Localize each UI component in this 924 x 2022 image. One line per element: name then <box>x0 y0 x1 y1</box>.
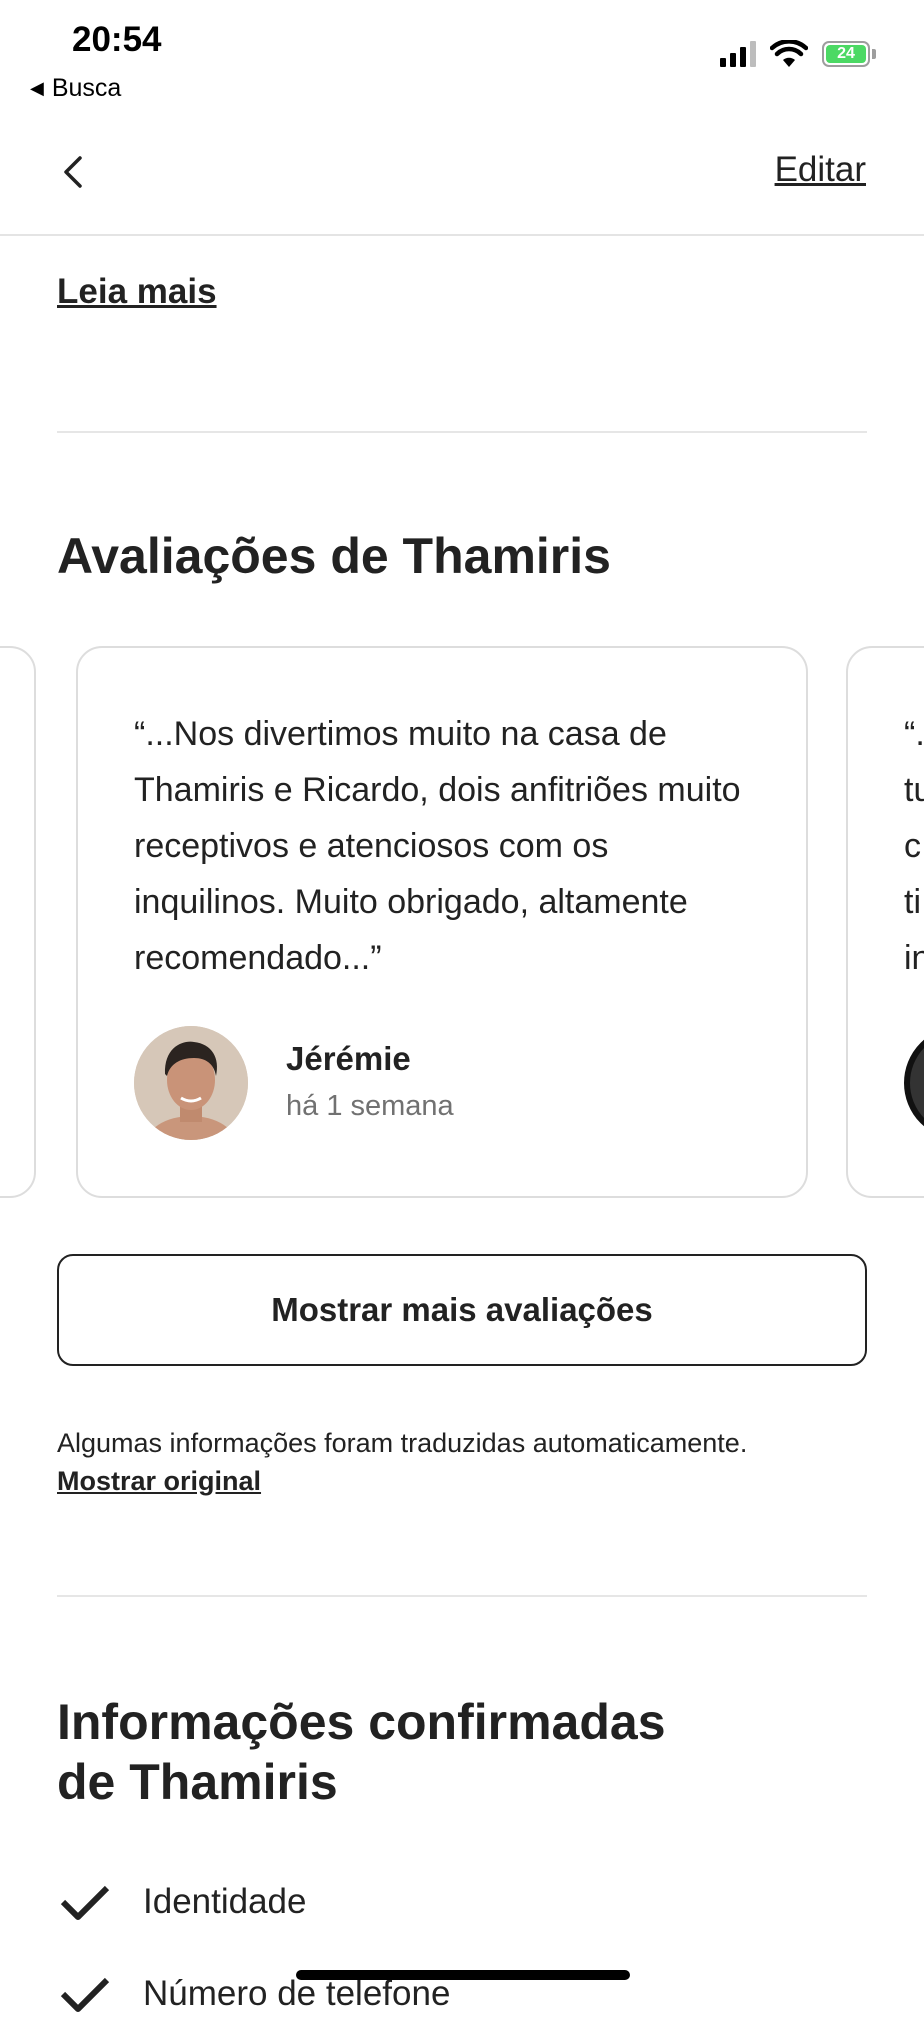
show-more-reviews-button[interactable]: Mostrar mais avaliações <box>57 1254 867 1366</box>
confirmed-item: Identidade <box>57 1874 306 1930</box>
review-card-next[interactable]: “. tu c ti in <box>846 646 924 1198</box>
back-app-label: Busca <box>51 74 122 102</box>
status-icons: 24 <box>720 40 876 68</box>
wifi-icon <box>770 40 808 67</box>
review-card[interactable]: “...Nos divertimos muito na casa de Tham… <box>76 646 808 1198</box>
reviewer-avatar-peek <box>904 1026 924 1140</box>
reviews-title: Avaliações de Thamiris <box>57 528 611 584</box>
reviewer-name: Jérémie <box>286 1040 411 1077</box>
reviewer-avatar <box>134 1026 248 1140</box>
check-icon <box>60 1977 110 2012</box>
confirmed-info-title-line1: Informações confirmadas <box>57 1694 666 1750</box>
confirmed-info-title-line2: de Thamiris <box>57 1754 338 1810</box>
edit-button[interactable]: Editar <box>775 150 866 190</box>
translation-note: Algumas informações foram traduzidas aut… <box>57 1428 748 1458</box>
divider <box>57 1595 867 1597</box>
confirmed-item-label: Número de telefone <box>143 1974 451 2013</box>
review-date: há 1 semana <box>286 1090 454 1122</box>
review-quote: “...Nos divertimos muito na casa de Tham… <box>134 715 741 977</box>
top-nav: Editar <box>0 120 924 236</box>
cellular-signal-icon <box>720 41 756 67</box>
battery-level: 24 <box>826 45 866 63</box>
status-time: 20:54 <box>72 20 162 59</box>
review-card-previous[interactable] <box>0 646 36 1198</box>
battery-icon: 24 <box>822 41 876 67</box>
back-triangle-icon: ◀ <box>30 78 44 98</box>
show-original-link[interactable]: Mostrar original <box>57 1466 261 1497</box>
back-to-app-link[interactable]: ◀ Busca <box>30 74 121 103</box>
check-icon <box>60 1885 110 1920</box>
divider <box>57 431 867 433</box>
home-indicator[interactable] <box>296 1970 630 1980</box>
read-more-link[interactable]: Leia mais <box>57 272 217 312</box>
reviewer-photo <box>134 1026 248 1140</box>
review-quote-peek: “. tu c ti in <box>904 715 924 977</box>
chevron-left-icon[interactable] <box>52 150 96 194</box>
confirmed-item-label: Identidade <box>143 1882 307 1921</box>
